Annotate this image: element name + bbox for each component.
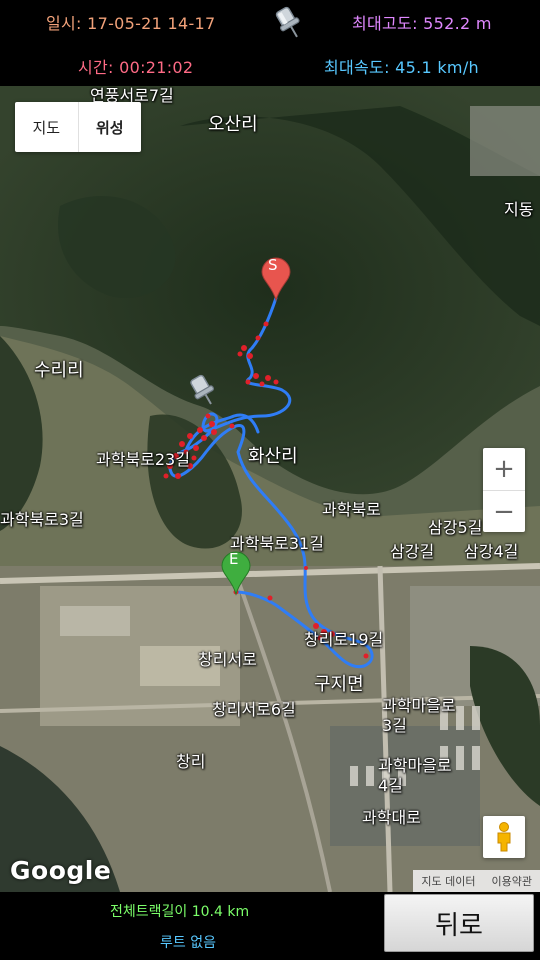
place-label: 창리 xyxy=(176,752,206,771)
place-label: 과학북로3길 xyxy=(0,510,84,529)
trip-summary-footer: 전체트랙길이 10.4 km 루트 없음 뒤로 xyxy=(0,892,540,960)
zoom-out-button[interactable]: − xyxy=(483,490,525,532)
place-label: 창리서로 xyxy=(198,650,257,669)
trip-duration: 시간: 00:21:02 xyxy=(78,58,194,77)
terms-link[interactable]: 이용약관 xyxy=(484,870,540,892)
place-label: 화산리 xyxy=(248,446,298,467)
place-label: 구지면 xyxy=(314,674,364,695)
place-label: 창리로19길 xyxy=(304,630,384,649)
place-label: 삼강길 xyxy=(390,542,435,561)
zoom-controls: + − xyxy=(483,448,525,532)
max-speed: 최대속도: 45.1 km/h xyxy=(324,58,479,77)
total-track-length: 전체트랙길이 10.4 km xyxy=(110,904,250,920)
place-label: 창리서로6길 xyxy=(212,700,296,719)
place-label: 오산리 xyxy=(208,114,258,135)
map-type-satellite-button[interactable]: 위성 xyxy=(77,102,142,152)
zoom-in-button[interactable]: + xyxy=(483,448,525,490)
place-label: 과학마을로4길 xyxy=(378,756,452,795)
place-label: 과학북로 xyxy=(322,500,381,519)
place-label: 삼강4길 xyxy=(464,542,519,561)
place-label: 과학대로 xyxy=(362,808,421,827)
map-type-toggle: 지도 위성 xyxy=(15,102,141,152)
place-label: 삼강5길 xyxy=(428,518,483,537)
place-label: 과학북로23길 xyxy=(96,450,190,469)
place-label: 지동 xyxy=(504,200,534,219)
place-label: 과학북로31길 xyxy=(230,534,324,553)
trip-info-header: 일시: 17-05-21 14-17 최대고도: 552.2 m 시간: 00:… xyxy=(0,0,540,86)
pegman-icon[interactable] xyxy=(483,816,525,858)
google-logo: Google xyxy=(10,856,112,885)
place-label: 수리리 xyxy=(34,360,84,381)
satellite-map[interactable]: S E 연풍서로7길 오산리 지동 수리리 과학북로23길 화산리 과학북로 과… xyxy=(0,86,540,892)
satellite-imagery xyxy=(0,86,540,892)
route-status: 루트 없음 xyxy=(160,935,216,951)
max-altitude: 최대고도: 552.2 m xyxy=(352,14,492,33)
start-marker-label[interactable]: S xyxy=(268,256,278,274)
map-data-link[interactable]: 지도 데이터 xyxy=(413,870,483,892)
pushpin-icon[interactable] xyxy=(272,4,306,42)
place-label: 과학마을로3길 xyxy=(382,696,456,735)
map-type-map-button[interactable]: 지도 xyxy=(15,102,78,152)
map-attribution: 지도 데이터 이용약관 xyxy=(413,870,540,892)
trip-datetime: 일시: 17-05-21 14-17 xyxy=(46,14,216,33)
back-button[interactable]: 뒤로 xyxy=(384,894,534,952)
